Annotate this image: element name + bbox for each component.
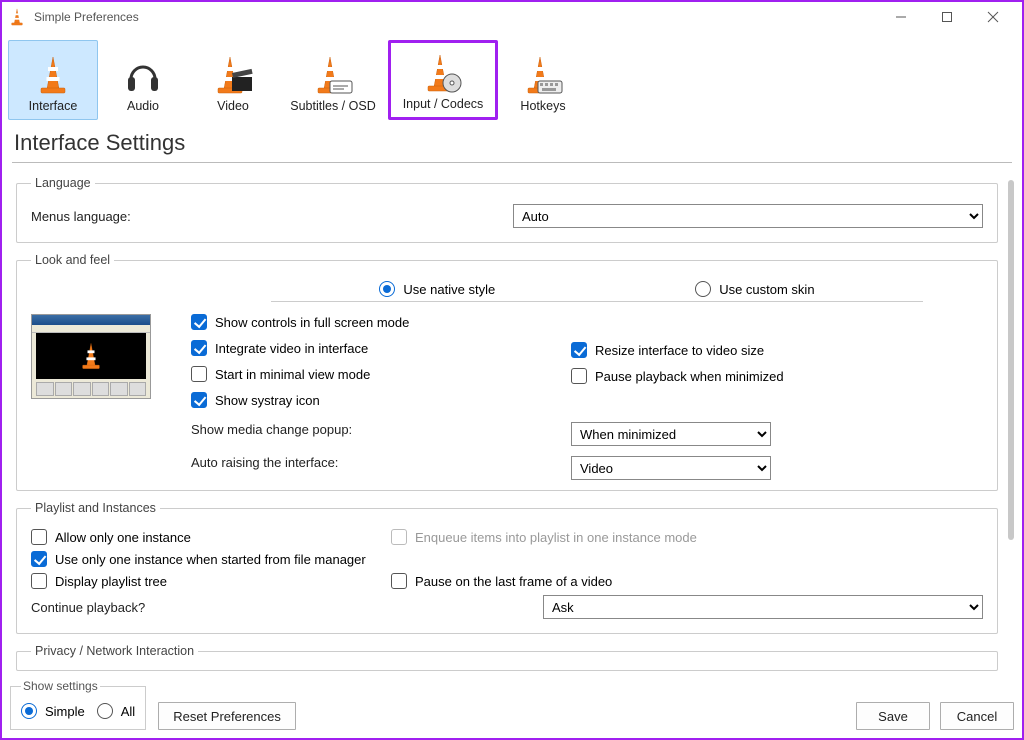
radio-native-style[interactable]: Use native style <box>379 281 495 297</box>
clapper-icon <box>209 55 257 95</box>
tab-video[interactable]: Video <box>188 40 278 120</box>
show-settings-group: Show settings Simple All <box>10 679 146 730</box>
radio-all[interactable]: All <box>97 703 135 719</box>
tab-label: Audio <box>127 99 159 113</box>
check-resize[interactable]: Resize interface to video size <box>571 342 871 358</box>
group-legend: Language <box>31 176 95 190</box>
group-legend: Privacy / Network Interaction <box>31 644 198 658</box>
radio-custom-skin[interactable]: Use custom skin <box>695 281 814 297</box>
settings-scroll: Language Menus language: Auto Look and f… <box>12 170 1002 680</box>
check-pause-last-frame[interactable]: Pause on the last frame of a video <box>391 573 983 589</box>
check-minimal-view[interactable]: Start in minimal view mode <box>191 366 551 382</box>
category-toolbar: Interface Audio Video Subtitles / OSD In… <box>2 32 1022 120</box>
scrollbar[interactable] <box>1008 180 1014 540</box>
continue-select[interactable]: Ask <box>543 595 983 619</box>
tab-input-codecs[interactable]: Input / Codecs <box>388 40 498 120</box>
tab-audio[interactable]: Audio <box>98 40 188 120</box>
minimize-button[interactable] <box>878 2 924 32</box>
preview-thumbnail <box>31 314 151 399</box>
cone-icon <box>29 55 77 95</box>
tab-subtitles[interactable]: Subtitles / OSD <box>278 40 388 120</box>
popup-label: Show media change popup: <box>191 422 352 437</box>
tab-label: Interface <box>29 99 78 113</box>
cancel-button[interactable]: Cancel <box>940 702 1014 730</box>
popup-select[interactable]: When minimized <box>571 422 771 446</box>
group-legend: Look and feel <box>31 253 114 267</box>
check-integrate-video[interactable]: Integrate video in interface <box>191 340 551 356</box>
reset-button[interactable]: Reset Preferences <box>158 702 296 730</box>
check-pause-minimized[interactable]: Pause playback when minimized <box>571 368 871 384</box>
check-one-from-fm[interactable]: Use only one instance when started from … <box>31 551 983 567</box>
app-icon <box>8 8 26 26</box>
close-button[interactable] <box>970 2 1016 32</box>
window-title: Simple Preferences <box>34 10 139 24</box>
tab-label: Video <box>217 99 249 113</box>
continue-label: Continue playback? <box>31 600 145 615</box>
group-privacy: Privacy / Network Interaction <box>16 644 998 671</box>
divider <box>12 162 1012 163</box>
autoraise-select[interactable]: Video <box>571 456 771 480</box>
menus-language-label: Menus language: <box>31 209 131 224</box>
tab-hotkeys[interactable]: Hotkeys <box>498 40 588 120</box>
check-enqueue: Enqueue items into playlist in one insta… <box>391 529 983 545</box>
disc-icon <box>419 53 467 93</box>
tab-label: Hotkeys <box>520 99 565 113</box>
headphones-icon <box>119 55 167 95</box>
maximize-button[interactable] <box>924 2 970 32</box>
save-button[interactable]: Save <box>856 702 930 730</box>
autoraise-label: Auto raising the interface: <box>191 455 338 470</box>
check-playlist-tree[interactable]: Display playlist tree <box>31 573 391 589</box>
group-playlist: Playlist and Instances Allow only one in… <box>16 501 998 634</box>
keyboard-icon <box>519 55 567 95</box>
titlebar: Simple Preferences <box>2 2 1022 32</box>
footer: Show settings Simple All Reset Preferenc… <box>10 679 1014 730</box>
tab-interface[interactable]: Interface <box>8 40 98 120</box>
check-one-instance[interactable]: Allow only one instance <box>31 529 391 545</box>
radio-simple[interactable]: Simple <box>21 703 85 719</box>
check-systray[interactable]: Show systray icon <box>191 392 551 408</box>
check-show-controls[interactable]: Show controls in full screen mode <box>191 314 551 330</box>
group-look: Look and feel Use native style Use custo… <box>16 253 998 491</box>
group-legend: Playlist and Instances <box>31 501 160 515</box>
subtitles-icon <box>309 55 357 95</box>
tab-label: Input / Codecs <box>403 97 484 111</box>
group-language: Language Menus language: Auto <box>16 176 998 243</box>
menus-language-select[interactable]: Auto <box>513 204 983 228</box>
tab-label: Subtitles / OSD <box>290 99 375 113</box>
show-settings-legend: Show settings <box>21 679 100 693</box>
page-title: Interface Settings <box>14 130 1010 156</box>
